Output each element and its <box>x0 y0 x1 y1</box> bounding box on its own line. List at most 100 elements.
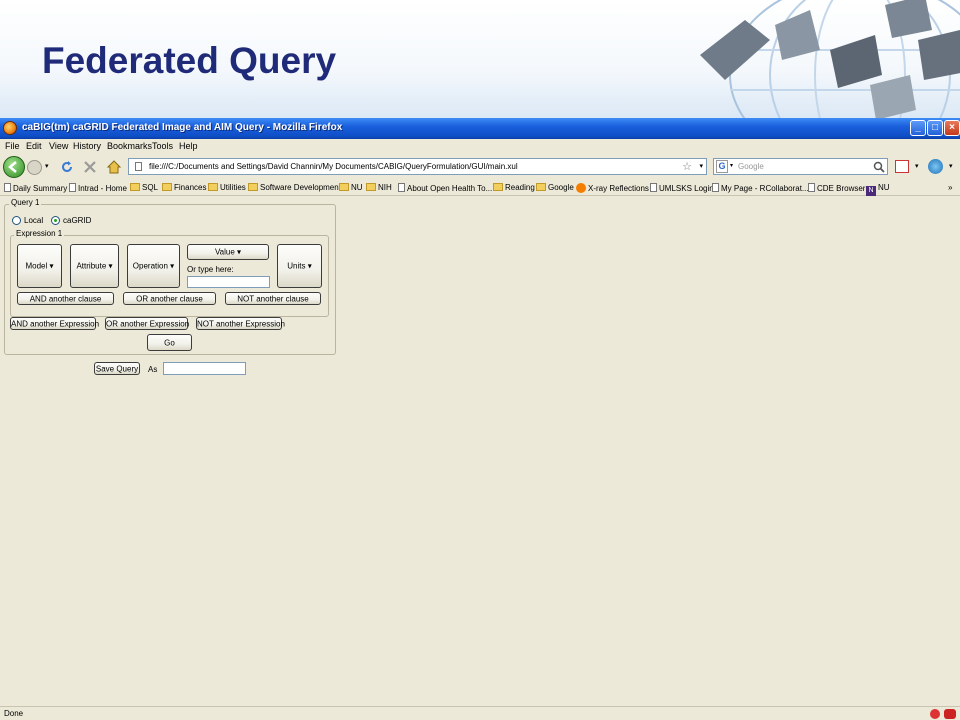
history-dropdown-icon[interactable]: ▾ <box>45 162 49 170</box>
folder-icon <box>130 183 140 191</box>
maximize-button[interactable]: □ <box>927 120 943 136</box>
menu-tools[interactable]: Tools <box>152 141 173 151</box>
back-button[interactable] <box>3 156 25 178</box>
abp-icon[interactable] <box>944 709 956 719</box>
menu-help[interactable]: Help <box>179 141 198 151</box>
bookmark-folder[interactable]: NIH <box>366 183 392 192</box>
menu-bookmarks[interactable]: Bookmarks <box>107 141 152 151</box>
engine-dropdown-icon[interactable]: ▾ <box>730 162 733 169</box>
local-radio-label: Local <box>24 216 44 225</box>
url-dropdown-icon[interactable]: ▾ <box>699 162 703 170</box>
not-expression-button[interactable]: NOT another Expression <box>196 317 285 330</box>
value-text-input[interactable] <box>187 276 270 288</box>
save-as-label: As <box>148 365 158 374</box>
menu-bar: File Edit View History Bookmarks Tools H… <box>0 139 960 155</box>
bookmark-folder[interactable]: NU <box>339 183 363 192</box>
addon-dropdown-icon[interactable]: ▾ <box>915 162 919 170</box>
bookmark-item[interactable]: Intrad - Home <box>69 183 127 193</box>
bookmark-folder[interactable]: Utilities <box>208 183 246 192</box>
units-dropdown[interactable]: Units ▾ <box>277 244 322 288</box>
not-clause-button[interactable]: NOT another clause <box>225 292 321 305</box>
bookmark-folder[interactable]: Finances <box>162 183 206 192</box>
google-engine-icon[interactable]: G <box>716 160 728 173</box>
n-icon: N <box>866 186 876 196</box>
skype-addon-icon[interactable] <box>928 159 943 174</box>
and-expression-button[interactable]: AND another Expression <box>10 317 99 330</box>
bookmark-folder[interactable]: Google <box>536 183 574 192</box>
slide-header: Federated Query <box>0 0 960 118</box>
slide-title: Federated Query <box>42 40 337 81</box>
bookmark-item[interactable]: About Open Health To... <box>398 183 492 193</box>
page-icon <box>712 183 719 192</box>
reload-icon[interactable] <box>59 159 75 175</box>
bookmark-item[interactable]: UMLSKS Login <box>650 183 714 193</box>
window-titlebar: caBIG(tm) caGRID Federated Image and AIM… <box>0 118 960 139</box>
blocked-icon <box>930 709 940 719</box>
and-clause-button[interactable]: AND another clause <box>17 292 114 305</box>
menu-history[interactable]: History <box>73 141 101 151</box>
addon-dropdown-icon-2[interactable]: ▾ <box>949 162 953 170</box>
page-icon <box>135 162 142 171</box>
or-expression-button[interactable]: OR another Expression <box>105 317 189 330</box>
close-button[interactable]: × <box>944 120 960 136</box>
folder-icon <box>162 183 172 191</box>
status-text: Done <box>4 709 24 718</box>
forward-button[interactable] <box>27 160 42 175</box>
page-icon <box>650 183 657 192</box>
blogger-icon <box>576 183 586 193</box>
folder-icon <box>493 183 503 191</box>
page-icon <box>4 183 11 192</box>
save-query-button[interactable]: Save Query <box>94 362 140 375</box>
url-value: file:///C:/Documents and Settings/David … <box>149 162 518 171</box>
value-dropdown[interactable]: Value ▾ <box>187 244 269 260</box>
back-arrow-icon <box>8 161 17 173</box>
page-icon <box>398 183 405 192</box>
folder-icon <box>536 183 546 191</box>
bookmark-folder[interactable]: Software Development <box>248 183 341 192</box>
chevron-down-icon: ▾ <box>307 261 312 271</box>
stop-icon[interactable] <box>82 159 98 175</box>
go-button[interactable]: Go <box>147 334 192 351</box>
folder-icon <box>208 183 218 191</box>
cagrid-radio[interactable] <box>51 216 60 225</box>
minimize-button[interactable]: _ <box>910 120 926 136</box>
bookmark-folder[interactable]: SQL <box>130 183 158 192</box>
chevron-down-icon: ▾ <box>108 261 113 271</box>
notes-addon-icon[interactable] <box>895 160 909 173</box>
local-radio[interactable] <box>12 216 21 225</box>
search-icon[interactable] <box>873 161 885 173</box>
expression-legend: Expression 1 <box>14 229 65 238</box>
status-bar: Done <box>0 706 960 720</box>
chevron-down-icon: ▾ <box>49 261 54 271</box>
chevron-down-icon: ▾ <box>170 261 175 271</box>
bookmark-item[interactable]: CDE Browser <box>808 183 865 193</box>
or-clause-button[interactable]: OR another clause <box>123 292 216 305</box>
navigation-toolbar: ▾ file:///C:/Documents and Settings/Davi… <box>0 155 960 180</box>
url-bar[interactable]: file:///C:/Documents and Settings/David … <box>128 158 707 175</box>
bookmark-folder[interactable]: Reading <box>493 183 535 192</box>
page-content: Query 1 Local caGRID Expression 1 Model … <box>0 197 960 706</box>
bookmark-item[interactable]: My Page - RCollaborat... <box>712 183 809 193</box>
bookmark-item[interactable]: X-ray Reflections <box>576 183 649 193</box>
star-icon[interactable]: ☆ <box>682 160 692 173</box>
menu-edit[interactable]: Edit <box>26 141 42 151</box>
globe-graphic-icon <box>700 0 960 118</box>
search-input[interactable]: G ▾ Google <box>713 158 888 175</box>
attribute-dropdown[interactable]: Attribute ▾ <box>70 244 119 288</box>
folder-icon <box>366 183 376 191</box>
browser-window: caBIG(tm) caGRID Federated Image and AIM… <box>0 118 960 720</box>
bookmarks-overflow-icon[interactable]: » <box>948 183 952 192</box>
or-type-label: Or type here: <box>187 265 234 274</box>
save-as-input[interactable] <box>163 362 246 375</box>
firefox-logo-icon <box>3 121 17 135</box>
model-dropdown[interactable]: Model ▾ <box>17 244 62 288</box>
page-icon <box>69 183 76 192</box>
home-icon[interactable] <box>106 159 122 175</box>
window-title: caBIG(tm) caGRID Federated Image and AIM… <box>22 122 343 133</box>
bookmark-item[interactable]: N NU <box>866 183 890 196</box>
operation-dropdown[interactable]: Operation ▾ <box>127 244 180 288</box>
bookmark-item[interactable]: Daily Summary <box>4 183 67 193</box>
menu-view[interactable]: View <box>49 141 68 151</box>
folder-icon <box>248 183 258 191</box>
menu-file[interactable]: File <box>5 141 20 151</box>
